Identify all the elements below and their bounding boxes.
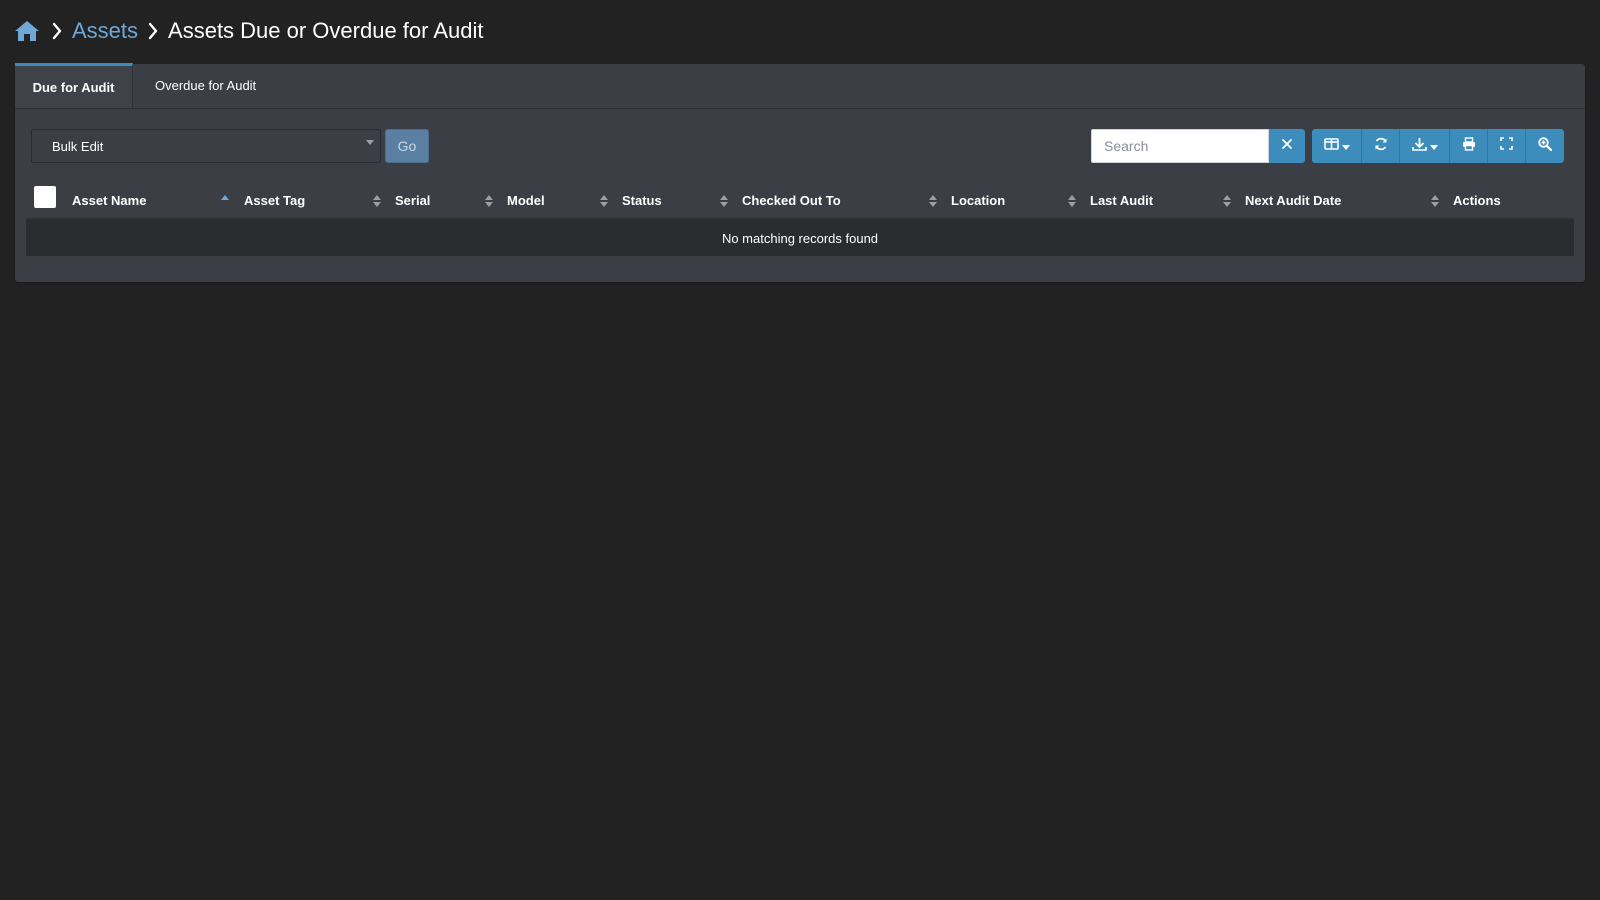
audit-table: Asset Name Asset Tag Serial Model Status…: [26, 182, 1574, 256]
print-button[interactable]: [1450, 129, 1488, 163]
column-status[interactable]: Status: [622, 182, 662, 218]
caret-down-icon: [366, 140, 374, 145]
columns-button[interactable]: [1312, 129, 1362, 163]
caret-down-icon: [1341, 137, 1350, 155]
bulk-actions-value: Bulk Edit: [52, 138, 104, 154]
sort-icon[interactable]: [929, 194, 937, 208]
zoom-in-icon: [1538, 136, 1553, 156]
sort-icon[interactable]: [1068, 194, 1076, 208]
breadcrumb: Assets Assets Due or Overdue for Audit: [14, 14, 484, 48]
table-header: Asset Name Asset Tag Serial Model Status…: [26, 182, 1574, 220]
column-asset-name[interactable]: Asset Name: [72, 182, 146, 218]
sort-icon[interactable]: [485, 194, 493, 208]
advanced-search-button[interactable]: [1526, 129, 1564, 163]
audit-panel: Due for Audit Overdue for Audit Bulk Edi…: [15, 63, 1585, 282]
caret-down-icon: [1429, 137, 1438, 155]
export-button[interactable]: [1400, 129, 1450, 163]
column-next-audit-date[interactable]: Next Audit Date: [1245, 182, 1341, 218]
table-tools-group: [1312, 129, 1564, 163]
close-icon: [1281, 137, 1293, 155]
search-input[interactable]: [1091, 129, 1269, 163]
column-model[interactable]: Model: [507, 182, 545, 218]
tab-due-for-audit[interactable]: Due for Audit: [15, 63, 133, 108]
fullscreen-icon: [1500, 137, 1513, 155]
column-actions: Actions: [1453, 192, 1501, 208]
column-location[interactable]: Location: [951, 182, 1005, 218]
column-last-audit[interactable]: Last Audit: [1090, 182, 1153, 218]
select-all-checkbox[interactable]: [34, 186, 56, 208]
home-icon[interactable]: [14, 18, 42, 44]
page-title: Assets Due or Overdue for Audit: [168, 18, 484, 43]
empty-message: No matching records found: [721, 230, 879, 246]
table-toolbar: Bulk Edit Go: [31, 129, 1573, 163]
column-serial[interactable]: Serial: [395, 182, 430, 218]
fullscreen-button[interactable]: [1488, 129, 1526, 163]
empty-table-row: No matching records found: [26, 220, 1574, 256]
bulk-actions-select[interactable]: Bulk Edit: [31, 129, 381, 163]
tab-bar: Due for Audit Overdue for Audit: [15, 63, 1585, 109]
clear-search-button[interactable]: [1269, 129, 1305, 163]
refresh-icon: [1374, 137, 1388, 156]
columns-icon: [1323, 137, 1339, 155]
breadcrumb-assets-link[interactable]: Assets: [72, 18, 138, 44]
refresh-button[interactable]: [1362, 129, 1400, 163]
chevron-right-icon: [50, 21, 64, 41]
sort-icon[interactable]: [720, 194, 728, 208]
print-icon: [1462, 136, 1476, 156]
chevron-right-icon: [146, 21, 160, 41]
sort-icon[interactable]: [373, 194, 381, 208]
column-checked-out-to[interactable]: Checked Out To: [742, 182, 841, 218]
go-button[interactable]: Go: [385, 129, 429, 163]
sort-icon[interactable]: [600, 194, 608, 208]
tab-overdue-for-audit[interactable]: Overdue for Audit: [133, 63, 272, 108]
sort-icon[interactable]: [1431, 194, 1439, 208]
download-icon: [1411, 137, 1427, 156]
sort-icon[interactable]: [1223, 194, 1231, 208]
column-asset-tag[interactable]: Asset Tag: [244, 182, 305, 218]
sort-asc-icon[interactable]: [221, 194, 229, 208]
